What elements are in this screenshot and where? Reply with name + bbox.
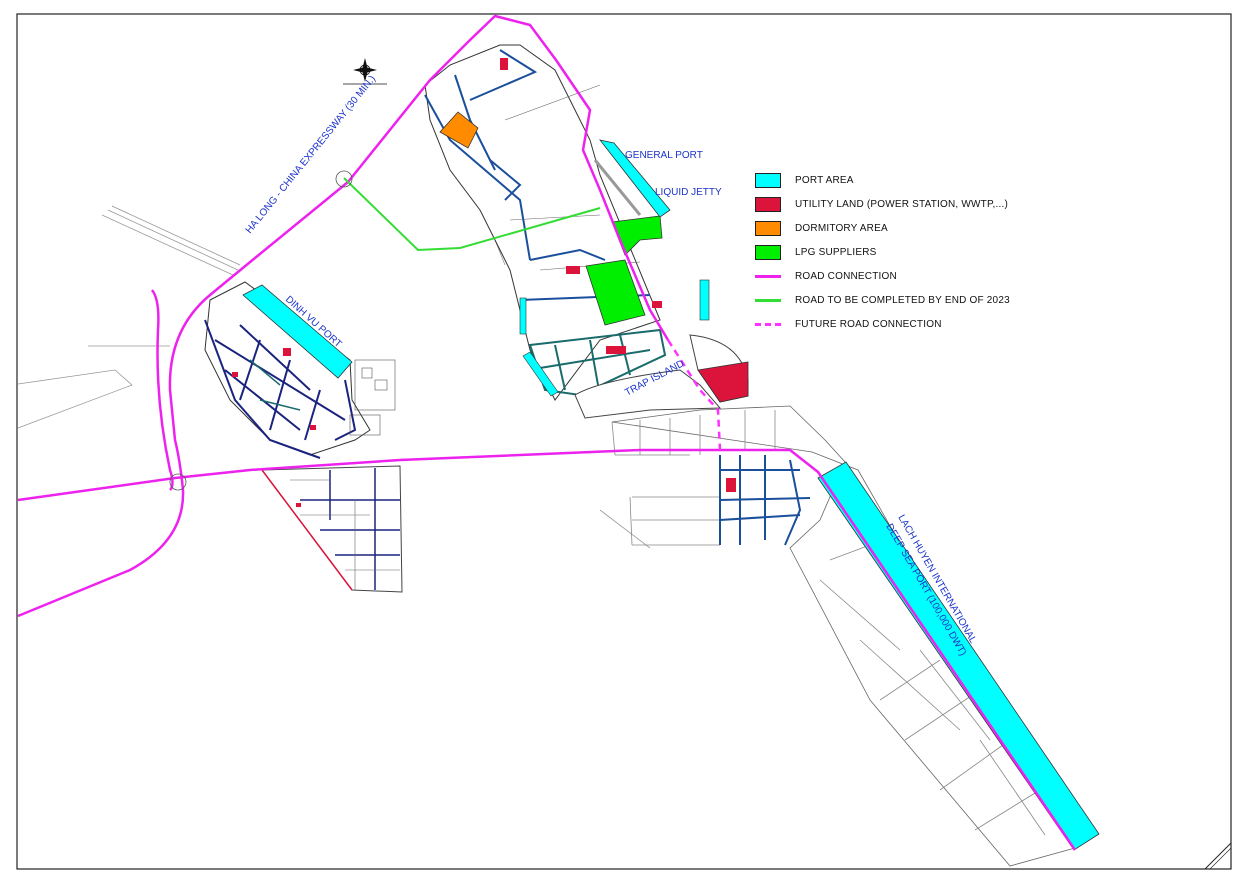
legend-row: ROAD TO BE COMPLETED BY END OF 2023	[755, 288, 1055, 312]
utility-plot	[283, 348, 291, 356]
legend-label: UTILITY LAND (POWER STATION, WWTP,...)	[795, 198, 1008, 210]
legend-row: DORMITORY AREA	[755, 216, 1055, 240]
general-port-label: GENERAL PORT	[625, 150, 703, 161]
legend-label: ROAD TO BE COMPLETED BY END OF 2023	[795, 294, 1010, 306]
legend-swatch	[755, 172, 781, 188]
legend-line	[755, 274, 781, 278]
legend-row: LPG SUPPLIERS	[755, 240, 1055, 264]
legend-row: FUTURE ROAD CONNECTION	[755, 312, 1055, 336]
legend-row: PORT AREA	[755, 168, 1055, 192]
liquid-jetty-label: LIQUID JETTY	[655, 187, 722, 198]
map-border	[16, 13, 1232, 870]
lach-huyen-zone	[611, 405, 1100, 867]
map-frame: HA LONG - CHINA EXPRESSWAY (30 MIN.) GEN…	[0, 0, 1249, 882]
legend-row: UTILITY LAND (POWER STATION, WWTP,...)	[755, 192, 1055, 216]
north-zone	[424, 44, 710, 401]
south-wedge-zone	[261, 465, 403, 593]
legend-label: LPG SUPPLIERS	[795, 246, 877, 258]
legend-label: FUTURE ROAD CONNECTION	[795, 318, 942, 330]
legend-label: DORMITORY AREA	[795, 222, 888, 234]
lach-huyen-utility	[726, 478, 736, 492]
map-legend: PORT AREA UTILITY LAND (POWER STATION, WW…	[755, 168, 1055, 336]
legend-row: ROAD CONNECTION	[755, 264, 1055, 288]
legend-swatch	[755, 244, 781, 260]
legend-line	[755, 298, 781, 302]
industrial-zone-map: HA LONG - CHINA EXPRESSWAY (30 MIN.) GEN…	[16, 13, 1232, 870]
legend-dash	[755, 322, 781, 326]
legend-label: PORT AREA	[795, 174, 854, 186]
legend-swatch	[755, 220, 781, 236]
legend-label: ROAD CONNECTION	[795, 270, 897, 282]
legend-swatch	[755, 196, 781, 212]
